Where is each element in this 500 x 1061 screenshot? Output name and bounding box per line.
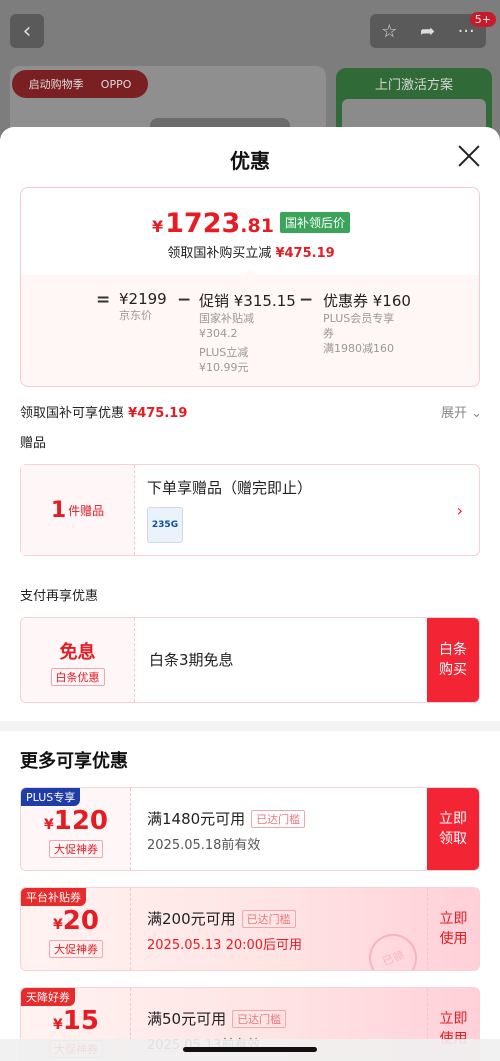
interest-free-label: 免息 [59,642,96,663]
coupon-amount: ¥20 [53,906,99,936]
section-divider [0,721,500,731]
brand-slogan: 启动购物季 [28,78,84,91]
brand-name: OPPO [100,77,132,91]
home-indicator[interactable] [183,1047,317,1052]
baitiao-buy-button[interactable]: 白条 购买 [427,618,479,702]
baitiao-tag: 白条优惠 [50,668,105,686]
gift-title: 下单享赠品（赠完即止） [147,479,313,497]
coupon-condition: 满200元可用 已达门槛 [147,908,296,929]
coupon-amount: ¥15 [53,1006,99,1036]
more-offers-title: 更多可享优惠 [20,751,128,772]
gift-section-title: 赠品 [20,436,47,451]
payment-section-title: 支付再享优惠 [20,589,99,604]
subsidy-price-tag: 国补领后价 [279,212,350,233]
promo-discount: 促销 ¥315.15 国家补贴减 ¥304.2 PLUS立减 ¥10.99元 [199,292,296,374]
home-indicator-bar [0,1039,500,1061]
coupon-card: 平台补贴券 ¥20 大促神券 满200元可用 已达门槛 2025.05.13 20… [20,887,480,971]
coupon-condition: 满50元可用 已达门槛 [147,1008,287,1029]
close-icon[interactable] [456,143,482,169]
gift-count: 1 件赠品 [21,465,135,555]
coupon-type: 大促神券 [49,840,103,858]
subsidy-savings: 领取国补购买立减 ¥475.19 [167,246,335,261]
coupon-card: PLUS专享 ¥120 大促神券 满1480元可用 已达门槛 2025.05.18… [20,787,480,871]
coupon-validity: 2025.05.13 20:00后可用 [147,938,303,953]
background-page: ‹ ☆ ➦ ··· 5+ 启动购物季 OPPO 上门激活方案 [0,0,500,159]
discount-sheet: 优惠 ¥ 1723 .81 国补领后价 领取国补购买立减 ¥475.19 = ¥… [0,127,500,1061]
star-icon: ☆ [381,20,398,42]
sheet-title: 优惠 [230,149,270,173]
back-icon: ‹ [10,14,44,48]
activation-banner-title: 上门激活方案 [374,78,453,93]
threshold-reached-tag: 已达门槛 [232,1010,287,1028]
top-toolbar: ☆ ➦ ··· [370,14,486,48]
use-coupon-button[interactable]: 立即使用 [427,888,479,970]
threshold-reached-tag: 已达门槛 [251,810,306,828]
final-price: ¥ 1723 .81 国补领后价 [21,208,479,239]
coupon-condition: 满1480元可用 已达门槛 [147,808,306,829]
coupon-amount: ¥120 [43,806,109,836]
gift-thumbnail: 235G [147,507,183,543]
coupon-badge: 天降好券 [21,988,75,1006]
chevron-right-icon: › [456,501,463,520]
claimed-stamp: 已领 [362,927,424,970]
subsidy-summary: 领取国补可享优惠 ¥475.19 [20,406,188,421]
payment-description: 白条3期免息 [149,651,234,669]
gift-card[interactable]: 1 件赠品 下单享赠品（赠完即止） 235G › [20,464,480,556]
threshold-reached-tag: 已达门槛 [241,910,296,928]
coupon-discount: 优惠券 ¥160 PLUS会员专享 券 满1980减160 [323,292,411,355]
payment-offer-card: 免息 白条优惠 白条3期免息 白条 购买 [20,617,480,703]
share-icon: ➦ [419,20,436,42]
claim-coupon-button[interactable]: 立即 领取 [427,788,479,870]
coupon-type: 大促神券 [49,940,103,958]
coupon-badge: 平台补贴券 [21,888,86,906]
price-breakdown: = ¥2199 京东价 − 促销 ¥315.15 国家补贴减 ¥304.2 PL… [96,290,411,374]
coupon-badge: PLUS专享 [21,788,81,806]
expand-button[interactable]: 展开 ⌄ [441,402,482,421]
price-card: ¥ 1723 .81 国补领后价 领取国补购买立减 ¥475.19 = ¥219… [20,187,480,387]
jd-price: ¥2199 京东价 [119,290,167,322]
brand-logo: 启动购物季 OPPO [12,70,148,98]
message-badge: 5+ [469,12,496,27]
chevron-down-icon: ⌄ [471,406,482,421]
coupon-validity: 2025.05.18前有效 [147,838,261,853]
